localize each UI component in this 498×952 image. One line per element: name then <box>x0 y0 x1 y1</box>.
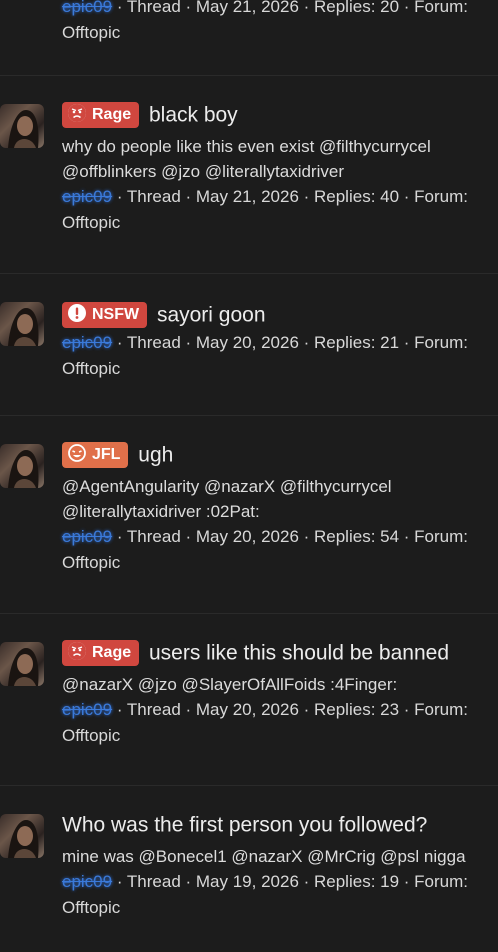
thread-item[interactable]: epic09 · Thread · May 21, 2026 · Replies… <box>0 0 498 76</box>
badge-label: JFL <box>92 446 121 464</box>
avatar[interactable] <box>0 104 44 148</box>
thread-meta-block: epic09 · Thread · May 21, 2026 · Replies… <box>62 0 468 46</box>
thread-snippet: why do people like this even exist @filt… <box>62 137 431 182</box>
angry-face-icon <box>68 104 86 123</box>
author-link[interactable]: epic09 <box>62 333 112 352</box>
thread-meta: epic09 · Thread · May 21, 2026 · Replies… <box>62 0 468 20</box>
thread-title[interactable]: black boy <box>149 103 238 126</box>
thread-snippet: @nazarX @jzo @SlayerOfAllFoids :4Finger: <box>62 675 398 695</box>
thread-item[interactable]: Rage black boy why do people like this e… <box>0 76 498 274</box>
avatar[interactable] <box>0 814 44 858</box>
forum-link[interactable]: Offtopic <box>62 210 490 236</box>
thread-item[interactable]: Rage users like this should be banned @n… <box>0 614 498 786</box>
thread-title-line[interactable]: Who was the first person you followed? <box>62 810 490 840</box>
nsfw-badge[interactable]: NSFW <box>62 302 148 329</box>
jfl-badge[interactable]: JFL <box>62 442 129 469</box>
meta-text: · Thread · May 20, 2026 · Replies: 23 · … <box>112 700 468 720</box>
rage-badge[interactable]: Rage <box>62 640 140 667</box>
author-link[interactable]: epic09 <box>62 527 112 546</box>
author-link[interactable]: epic09 <box>62 872 112 891</box>
meta-text: · Thread · May 20, 2026 · Replies: 54 · … <box>112 527 468 547</box>
badge-label: Rage <box>92 644 132 662</box>
badge-label: NSFW <box>92 306 140 324</box>
avatar[interactable] <box>0 302 44 346</box>
thread-item[interactable]: NSFW sayori goon epic09 · Thread · May 2… <box>0 274 498 416</box>
meta-text: · Thread · May 21, 2026 · Replies: 40 · … <box>112 187 468 207</box>
badge-label: Rage <box>92 106 132 124</box>
thread-item[interactable]: JFL ugh @AgentAngularity @nazarX @filthy… <box>0 416 498 614</box>
avatar[interactable] <box>0 642 44 686</box>
thread-snippet: @AgentAngularity @nazarX @filthycurrycel… <box>62 477 392 522</box>
meta-text: · Thread · May 20, 2026 · Replies: 21 · … <box>112 333 468 353</box>
exclamation-icon <box>68 304 86 323</box>
thread-title-line[interactable]: Rage users like this should be banned <box>62 638 490 668</box>
thread-meta: epic09 · Thread · May 20, 2026 · Replies… <box>62 524 490 550</box>
thread-title[interactable]: ugh <box>138 443 173 466</box>
forum-link[interactable]: Offtopic <box>62 20 468 46</box>
author-link[interactable]: epic09 <box>62 0 112 16</box>
avatar[interactable] <box>0 444 44 488</box>
angry-face-icon <box>68 642 86 661</box>
thread-title-line[interactable]: NSFW sayori goon <box>62 300 490 330</box>
thread-item[interactable]: Who was the first person you followed? m… <box>0 786 498 952</box>
forum-link[interactable]: Offtopic <box>62 723 490 749</box>
forum-link[interactable]: Offtopic <box>62 550 490 576</box>
laughing-face-icon <box>68 444 86 463</box>
meta-text: · Thread · May 21, 2026 · Replies: 20 · … <box>112 0 468 16</box>
thread-title[interactable]: sayori goon <box>157 303 266 326</box>
thread-meta: epic09 · Thread · May 21, 2026 · Replies… <box>62 184 490 210</box>
thread-meta: epic09 · Thread · May 19, 2026 · Replies… <box>62 869 490 895</box>
meta-text: · Thread · May 19, 2026 · Replies: 19 · … <box>112 872 468 892</box>
thread-meta: epic09 · Thread · May 20, 2026 · Replies… <box>62 330 490 356</box>
thread-title-line[interactable]: JFL ugh <box>62 440 490 470</box>
author-link[interactable]: epic09 <box>62 187 112 206</box>
thread-snippet: mine was @Bonecel1 @nazarX @MrCrig @psl … <box>62 847 466 867</box>
forum-link[interactable]: Offtopic <box>62 895 490 921</box>
thread-meta: epic09 · Thread · May 20, 2026 · Replies… <box>62 697 490 723</box>
thread-title[interactable]: users like this should be banned <box>149 641 449 664</box>
thread-title[interactable]: Who was the first person you followed? <box>62 813 427 836</box>
author-link[interactable]: epic09 <box>62 700 112 719</box>
thread-title-line[interactable]: Rage black boy <box>62 100 490 130</box>
forum-link[interactable]: Offtopic <box>62 356 490 382</box>
rage-badge[interactable]: Rage <box>62 102 140 129</box>
